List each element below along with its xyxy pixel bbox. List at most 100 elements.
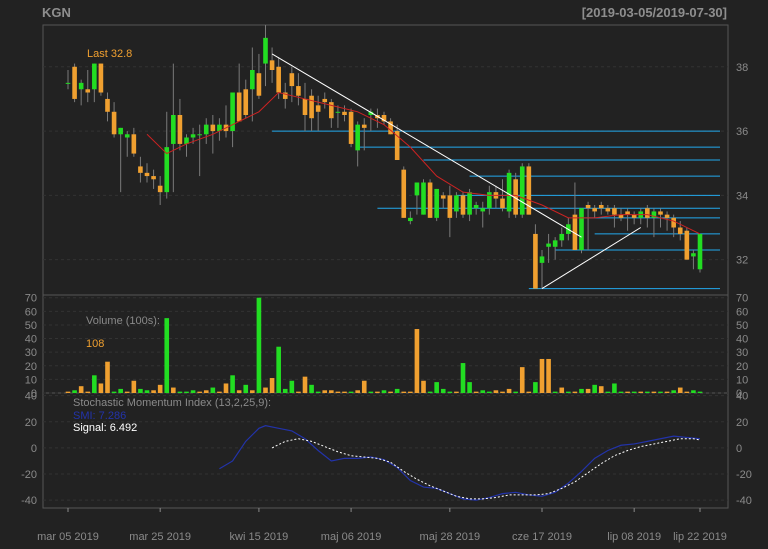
volume-bar	[480, 390, 486, 393]
volume-ytick-right: 30	[736, 347, 748, 359]
candle-body	[401, 169, 407, 218]
candle-body	[434, 188, 439, 218]
candle-body	[348, 111, 354, 144]
candle-body	[355, 124, 360, 151]
volume-bar	[105, 361, 110, 393]
candle-body	[559, 233, 565, 241]
volume-title: Volume (100s):	[86, 315, 160, 327]
candle-body	[585, 205, 591, 209]
candle-body	[131, 134, 137, 154]
volume-bar	[98, 383, 104, 393]
candle-body	[467, 192, 472, 215]
candle-body	[302, 98, 308, 115]
candle-body	[85, 89, 91, 93]
candle-body	[671, 217, 676, 228]
volume-bar	[342, 391, 347, 393]
volume-bar	[131, 380, 137, 393]
x-tick-label: maj 28 2019	[420, 531, 481, 543]
momentum-ytick-left: -20	[21, 469, 37, 481]
chart-canvas: 32343638001010202030304040505060607070-4…	[21, 24, 752, 543]
candle-body	[138, 166, 143, 173]
grid	[43, 66, 728, 501]
volume-bar	[473, 391, 479, 393]
volume-bar	[408, 391, 413, 393]
volume-ytick-left: 40	[25, 334, 37, 346]
candle-body	[605, 208, 611, 212]
volume-panel-border	[42, 294, 729, 394]
volume-bar	[625, 391, 630, 393]
volume-bar	[210, 387, 216, 393]
candle-body	[157, 185, 163, 193]
volume-bar	[546, 358, 551, 393]
volume-bar	[118, 388, 123, 393]
x-tick-label: mar 05 2019	[37, 531, 99, 543]
momentum-ytick-right: 40	[736, 391, 748, 403]
candle-body	[440, 195, 446, 199]
volume-bar	[381, 390, 387, 393]
volume-bar	[592, 384, 597, 393]
volume-bar	[645, 391, 650, 393]
volume-bar	[506, 388, 512, 393]
candle-body	[697, 233, 703, 270]
volume-ytick-right: 50	[736, 320, 748, 332]
x-tick-label: maj 06 2019	[321, 531, 382, 543]
candle-body	[65, 82, 71, 84]
candle-body	[276, 66, 281, 93]
candle-body	[72, 66, 77, 99]
volume-bar	[177, 391, 183, 393]
volume-ytick-left: 20	[25, 361, 37, 373]
volume-bar	[605, 391, 611, 393]
volume-bar	[296, 391, 301, 393]
candle-body	[677, 227, 683, 234]
candle-body	[427, 182, 433, 218]
volume-bar	[157, 384, 163, 393]
momentum-ytick-left: 0	[31, 443, 37, 455]
candle-body	[658, 211, 663, 215]
candle-body	[309, 95, 314, 119]
smi-line	[219, 425, 701, 501]
price-ytick-right: 38	[736, 62, 748, 74]
trendline	[271, 53, 582, 238]
momentum-ytick-right: -20	[736, 469, 752, 481]
trendline	[541, 227, 642, 289]
x-tick-label: lip 08 2019	[607, 531, 661, 543]
candle-body	[473, 205, 479, 209]
volume-bar	[612, 383, 617, 393]
candle-body	[250, 70, 255, 90]
volume-bar	[111, 391, 117, 393]
signal-value-label: Signal: 6.492	[73, 422, 137, 434]
volume-bar	[335, 391, 341, 393]
candle-body	[171, 115, 176, 144]
volume-bar	[671, 390, 676, 393]
candle-body	[487, 192, 492, 209]
volume-bar	[375, 391, 380, 393]
volume-ytick-left: 50	[25, 320, 37, 332]
candle-body	[598, 205, 604, 209]
candle-body	[197, 134, 202, 136]
volume-bar	[519, 367, 525, 393]
signal-line	[271, 438, 701, 500]
candle-body	[78, 82, 84, 90]
volume-bar	[454, 391, 459, 393]
momentum-ytick-left: 40	[25, 391, 37, 403]
volume-bar	[414, 329, 420, 393]
volume-bar	[197, 391, 202, 393]
volume-ytick-right: 60	[736, 306, 748, 318]
volume-bar	[92, 375, 97, 393]
candle-body	[111, 111, 117, 135]
candle-body	[408, 217, 413, 222]
volume-bar	[203, 390, 209, 393]
volume-bar	[533, 382, 538, 393]
volume-bar	[651, 391, 657, 393]
volume-ytick-left: 60	[25, 306, 37, 318]
candle-body	[552, 240, 558, 247]
volume-bar	[282, 388, 288, 393]
volume-bar	[566, 391, 571, 393]
volume-bar	[434, 382, 439, 393]
candle-body	[315, 105, 321, 112]
axes: 32343638001010202030304040505060607070-4…	[21, 62, 752, 543]
momentum-panel-border	[42, 392, 729, 509]
candle-body	[322, 98, 328, 103]
price-ytick-right: 32	[736, 255, 748, 267]
volume-bar	[493, 390, 499, 393]
